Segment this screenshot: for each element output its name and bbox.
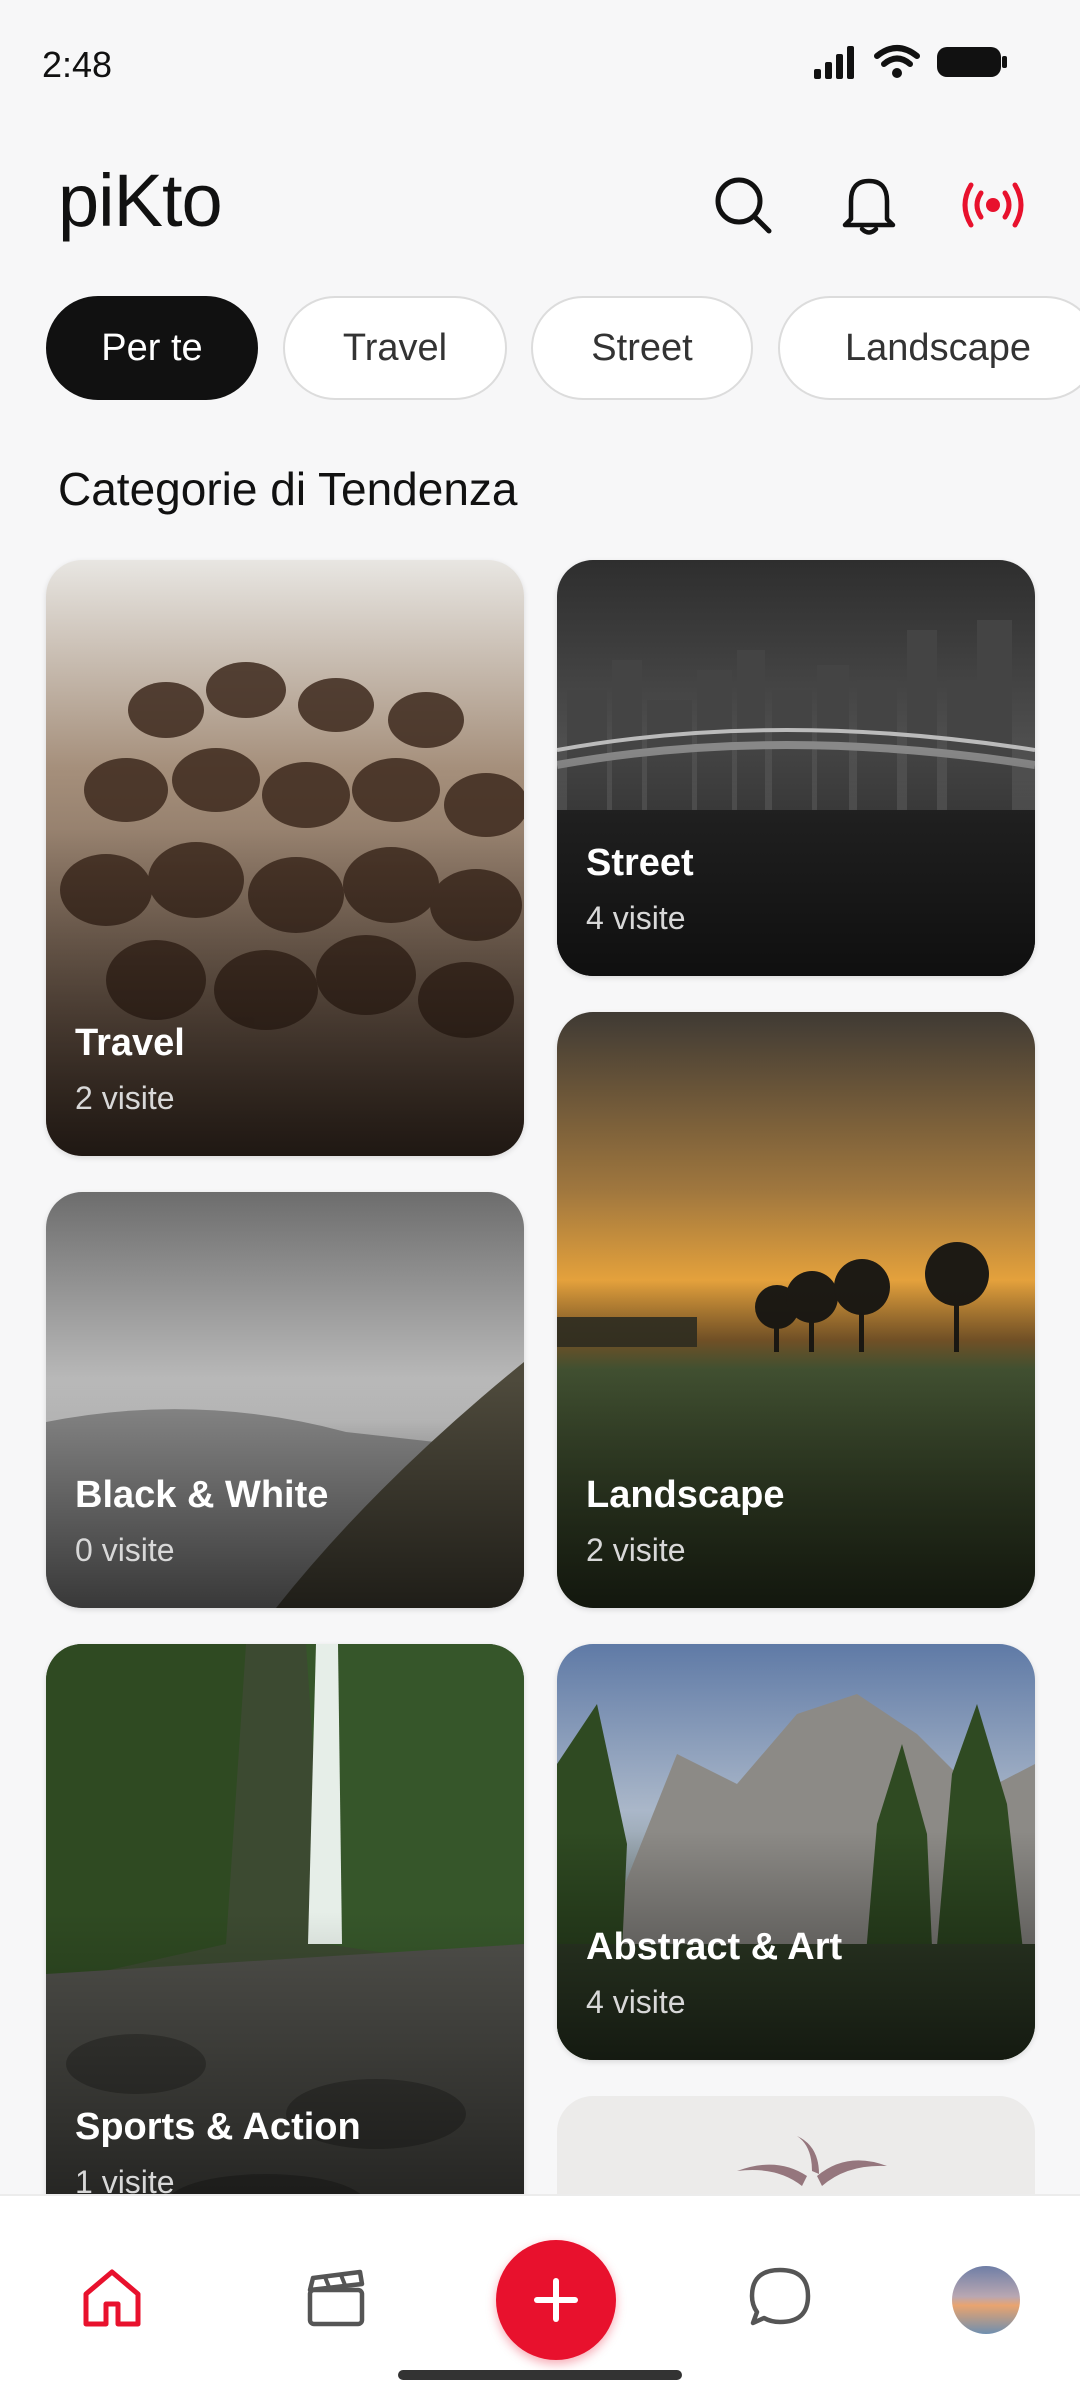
- card-visits: 2 visite: [75, 1080, 175, 1116]
- section-title: Categorie di Tendenza: [58, 463, 518, 515]
- card-sports-and-action[interactable]: Sports & Action 1 visite: [46, 1644, 524, 2240]
- status-icons: [812, 44, 1008, 80]
- signal-icon: [814, 46, 854, 79]
- card-title: Sports & Action: [75, 2106, 361, 2148]
- card-title: Black & White: [75, 1474, 329, 1516]
- card-landscape[interactable]: Landscape 2 visite: [557, 1012, 1035, 1608]
- card-title: Street: [586, 842, 694, 884]
- plus-icon: [534, 2278, 578, 2322]
- card-title: Landscape: [586, 1474, 785, 1516]
- bell-icon: [842, 178, 896, 235]
- status-bar: 2:48: [0, 0, 1080, 130]
- battery-icon: [937, 47, 1007, 77]
- nav-messages[interactable]: [740, 2258, 820, 2338]
- nav-home[interactable]: [72, 2258, 152, 2338]
- search-icon: [715, 177, 772, 234]
- card-visits: 4 visite: [586, 900, 686, 936]
- chip-landscape[interactable]: Landscape: [778, 296, 1080, 400]
- wifi-icon: [874, 45, 920, 78]
- live-broadcast-icon: [962, 182, 1024, 228]
- status-time: 2:48: [42, 44, 113, 85]
- nav-videos[interactable]: [296, 2258, 376, 2338]
- card-visits: 0 visite: [75, 1532, 175, 1568]
- profile-avatar[interactable]: [952, 2266, 1020, 2334]
- clapperboard-icon: [307, 2269, 365, 2327]
- chat-bubble-icon: [749, 2267, 811, 2326]
- notifications-button[interactable]: [834, 170, 904, 240]
- live-button[interactable]: [958, 170, 1028, 240]
- card-title: Travel: [75, 1022, 185, 1064]
- chip-travel[interactable]: Travel: [283, 296, 507, 400]
- card-visits: 2 visite: [586, 1532, 686, 1568]
- card-travel[interactable]: Travel 2 visite: [46, 560, 524, 1156]
- app-header: piKto: [0, 150, 1080, 270]
- create-post-button[interactable]: [496, 2240, 616, 2360]
- home-indicator: [398, 2370, 682, 2380]
- card-street[interactable]: Street 4 visite: [557, 560, 1035, 976]
- card-black-and-white[interactable]: Black & White 0 visite: [46, 1192, 524, 1608]
- card-visits: 4 visite: [586, 1984, 686, 2020]
- card-abstract-and-art[interactable]: Abstract & Art 4 visite: [557, 1644, 1035, 2060]
- category-chips: Per te Travel Street Landscape: [0, 296, 1080, 404]
- chip-per-te[interactable]: Per te: [46, 296, 258, 400]
- card-title: Abstract & Art: [586, 1926, 843, 1968]
- app-logo: piKto: [58, 159, 223, 242]
- chip-street[interactable]: Street: [531, 296, 753, 400]
- home-icon: [83, 2269, 141, 2327]
- search-button[interactable]: [708, 170, 778, 240]
